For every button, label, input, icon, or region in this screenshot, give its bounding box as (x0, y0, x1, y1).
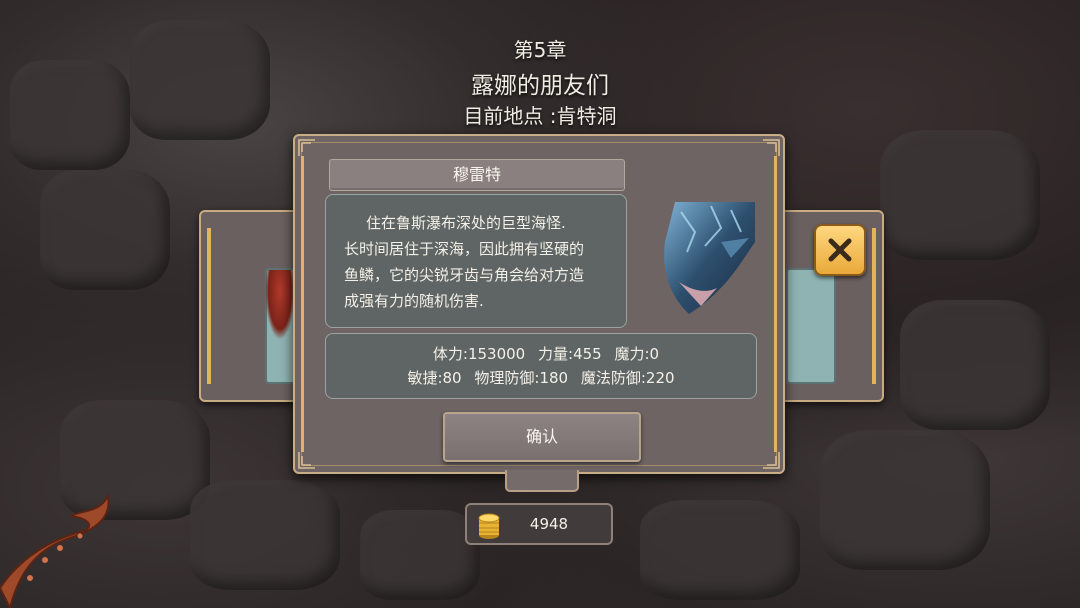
gold-amount: 4948 (529, 515, 569, 533)
close-button[interactable] (814, 224, 866, 276)
gold-counter: 4948 (465, 503, 613, 545)
confirm-button[interactable]: 确认 (443, 412, 641, 462)
ornament-corner-icon (298, 452, 315, 469)
red-hooded-character (265, 270, 295, 340)
stat-magic: 魔力:0 (614, 345, 660, 363)
background-rock (880, 130, 1040, 260)
character-card (786, 268, 836, 384)
background-rock (900, 300, 1050, 430)
stat-hp: 体力:153000 (432, 345, 526, 363)
background-rock (640, 500, 800, 600)
crab-claw-decoration (0, 492, 110, 608)
background-rock (360, 510, 480, 600)
description-line: 住在鲁斯瀑布深处的巨型海怪. (366, 214, 566, 232)
stat-agility: 敏捷:80 (407, 369, 462, 387)
ornament-corner-icon (763, 452, 780, 469)
stat-physical-defense: 物理防御:180 (474, 369, 569, 387)
dialog-rail-left (301, 156, 304, 452)
stat-magic-defense: 魔法防御:220 (580, 369, 675, 387)
gold-coin-stack-icon (478, 513, 500, 539)
chapter-number: 第5章 (513, 38, 567, 62)
ornament-corner-icon (298, 139, 315, 156)
background-rock (40, 170, 170, 290)
sea-monster-portrait (664, 202, 755, 314)
description-line: 鱼鳞，它的尖锐牙齿与角会给对方造 (344, 266, 585, 284)
background-rock (820, 430, 990, 570)
ornament-corner-icon (763, 139, 780, 156)
description-line: 长时间居住于深海，因此拥有坚硬的 (344, 240, 585, 258)
panel-rail (207, 228, 211, 384)
monster-description: 住在鲁斯瀑布深处的巨型海怪. 长时间居住于深海，因此拥有坚硬的 鱼鳞，它的尖锐牙… (325, 194, 627, 328)
monster-info-dialog: 穆雷特 住在鲁斯瀑布深处的巨型海怪. 长时间居住于深海，因此拥有坚硬的 鱼鳞，它… (293, 134, 785, 474)
panel-rail (872, 228, 876, 384)
dialog-rail-right (774, 156, 777, 452)
stats-row: 体力:153000 力量:455 魔力:0 (326, 342, 756, 366)
monster-stats: 体力:153000 力量:455 魔力:0 敏捷:80 物理防御:180 魔法防… (325, 333, 757, 399)
stat-strength: 力量:455 (538, 345, 602, 363)
close-icon (828, 238, 852, 262)
monster-name: 穆雷特 (329, 159, 625, 191)
chapter-title: 露娜的朋友们 (471, 73, 609, 99)
panel-tab (505, 470, 579, 492)
background-rock (190, 480, 340, 590)
stats-row: 敏捷:80 物理防御:180 魔法防御:220 (326, 366, 756, 390)
description-line: 成强有力的随机伤害. (344, 292, 484, 310)
current-location: 目前地点 :肯特洞 (463, 104, 617, 128)
